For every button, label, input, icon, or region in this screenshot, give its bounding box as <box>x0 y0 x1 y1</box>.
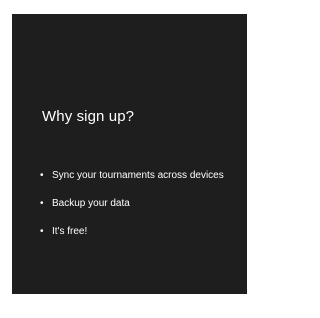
reason-text: Sync your tournaments across devices <box>52 170 224 181</box>
bullet-icon: • <box>40 198 44 209</box>
bullet-icon: • <box>40 170 44 181</box>
panel-title: Why sign up? <box>42 108 135 125</box>
reasons-list: • Sync your tournaments across devices •… <box>40 170 240 238</box>
list-item: • Sync your tournaments across devices <box>40 170 240 182</box>
reason-text: It's free! <box>52 226 88 237</box>
bullet-icon: • <box>40 226 44 237</box>
list-item: • Backup your data <box>40 198 240 210</box>
reason-text: Backup your data <box>52 198 130 209</box>
list-item: • It's free! <box>40 226 240 238</box>
signup-info-panel: Why sign up? • Sync your tournaments acr… <box>12 14 247 294</box>
